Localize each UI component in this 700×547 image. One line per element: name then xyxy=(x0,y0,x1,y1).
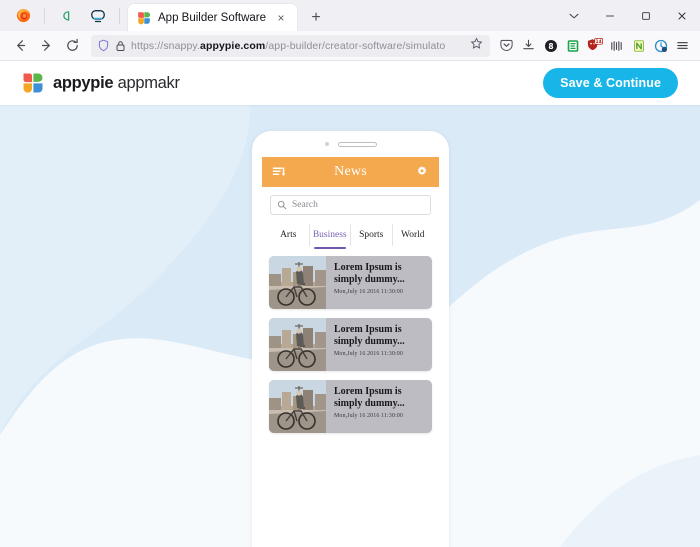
tab-business[interactable]: Business xyxy=(310,224,351,249)
phone-simulator: News Search Arts Business Sports World L… xyxy=(252,131,449,547)
brand-name-bold: appypie xyxy=(53,73,114,92)
monitor-icon[interactable] xyxy=(83,3,113,29)
search-input[interactable]: Search xyxy=(270,195,431,215)
badge-count: 14 xyxy=(595,39,601,45)
url-domain: appypie.com xyxy=(200,39,266,52)
list-item[interactable]: Lorem Ipsum is simply dummy... Mon,July … xyxy=(269,318,432,371)
lock-icon[interactable] xyxy=(115,40,126,52)
site-header: appypie appmakr Save & Continue xyxy=(0,61,700,105)
url-text: https://snappy.appypie.com/app-builder/c… xyxy=(131,40,465,52)
close-window-icon[interactable] xyxy=(664,0,700,31)
pocket-icon[interactable] xyxy=(496,35,517,57)
address-bar[interactable]: https://snappy.appypie.com/app-builder/c… xyxy=(91,34,490,57)
appypie-logo-icon xyxy=(22,72,44,94)
browser-tab[interactable]: App Builder Software × xyxy=(128,4,298,31)
shield-icon[interactable] xyxy=(97,39,110,52)
tab-world-label: World xyxy=(400,230,425,240)
appypie-favicon xyxy=(137,11,151,25)
list-item-body: Lorem Ipsum is simply dummy... Mon,July … xyxy=(326,256,432,309)
tab-title: App Builder Software xyxy=(158,11,267,24)
phone-screen: News Search Arts Business Sports World L… xyxy=(262,157,439,547)
tab-world[interactable]: World xyxy=(393,224,434,246)
window-controls xyxy=(556,0,700,31)
tab-sports-label: Sports xyxy=(359,230,384,240)
toolbar-left-icons xyxy=(0,0,124,31)
star-icon[interactable] xyxy=(470,36,484,55)
list-all-tabs-icon[interactable] xyxy=(556,0,592,31)
clock-blue-icon[interactable] xyxy=(650,35,671,57)
browser-window: App Builder Software × + https://snappy.… xyxy=(0,0,700,547)
camera-icon xyxy=(324,142,329,146)
phone-top-bar xyxy=(252,131,449,157)
url-prefix: https://snappy. xyxy=(131,39,201,52)
list-item-title: Lorem Ipsum is simply dummy... xyxy=(334,262,405,285)
reload-button-icon[interactable] xyxy=(59,34,85,58)
extensions-toolbar: 8 14 xyxy=(496,35,693,57)
menu-icon[interactable] xyxy=(672,35,693,57)
search-placeholder: Search xyxy=(292,200,318,210)
search-icon xyxy=(277,200,287,210)
page-content: appypie appmakr Save & Continue News Sea… xyxy=(0,61,700,547)
n-green-icon[interactable] xyxy=(628,35,649,57)
firefox-logo-icon[interactable] xyxy=(8,3,38,29)
tab-sports[interactable]: Sports xyxy=(351,224,393,246)
list-item-body: Lorem Ipsum is simply dummy... Mon,July … xyxy=(326,318,432,371)
list-item-date: Mon,July 16 2016 11:30:00 xyxy=(334,413,403,419)
app-title: News xyxy=(334,164,367,179)
gear-icon[interactable] xyxy=(413,164,430,181)
list-item-date: Mon,July 16 2016 11:30:00 xyxy=(334,289,403,295)
close-icon[interactable]: × xyxy=(273,10,289,26)
list-item-body: Lorem Ipsum is simply dummy... Mon,July … xyxy=(326,380,432,433)
speaker-icon xyxy=(337,141,377,147)
e-green-icon[interactable] xyxy=(562,35,583,57)
list-menu-icon[interactable] xyxy=(271,164,288,181)
toolbar-divider-2 xyxy=(119,7,120,24)
category-tabs: Arts Business Sports World xyxy=(268,224,434,249)
brand-logo-group[interactable]: appypie appmakr xyxy=(22,72,180,94)
dark-badge-icon[interactable]: 8 xyxy=(540,35,561,57)
street-bicycle-photo xyxy=(269,256,326,309)
maximize-icon[interactable] xyxy=(628,0,664,31)
toolbar-divider xyxy=(44,7,45,24)
url-path: /app-builder/creator-software/simulato xyxy=(265,39,446,52)
minimize-icon[interactable] xyxy=(592,0,628,31)
list-item[interactable]: Lorem Ipsum is simply dummy... Mon,July … xyxy=(269,380,432,433)
navigation-toolbar: https://snappy.appypie.com/app-builder/c… xyxy=(0,31,700,61)
list-item-date: Mon,July 16 2016 11:30:00 xyxy=(334,351,403,357)
tab-business-label: Business xyxy=(312,230,347,240)
downloads-icon[interactable] xyxy=(518,35,539,57)
new-tab-button[interactable]: + xyxy=(303,5,329,31)
app-a-icon[interactable] xyxy=(51,3,81,29)
brand-text: appypie appmakr xyxy=(53,74,180,93)
street-bicycle-photo xyxy=(269,318,326,371)
list-item-title: Lorem Ipsum is simply dummy... xyxy=(334,324,405,347)
tab-strip: App Builder Software × + xyxy=(0,0,700,31)
app-header: News xyxy=(262,157,439,187)
forward-button-icon[interactable] xyxy=(33,34,59,58)
list-item[interactable]: Lorem Ipsum is simply dummy... Mon,July … xyxy=(269,256,432,309)
bars-icon[interactable] xyxy=(606,35,627,57)
brand-name-light: appmakr xyxy=(117,73,180,92)
shield-badge-icon[interactable]: 14 xyxy=(584,35,605,57)
save-and-continue-button[interactable]: Save & Continue xyxy=(543,68,678,98)
svg-text:8: 8 xyxy=(548,42,553,51)
back-button-icon[interactable] xyxy=(7,34,33,58)
news-list: Lorem Ipsum is simply dummy... Mon,July … xyxy=(269,256,432,433)
list-item-title: Lorem Ipsum is simply dummy... xyxy=(334,386,405,409)
tab-arts-label: Arts xyxy=(280,230,297,240)
tab-arts[interactable]: Arts xyxy=(268,224,310,246)
street-bicycle-photo xyxy=(269,380,326,433)
